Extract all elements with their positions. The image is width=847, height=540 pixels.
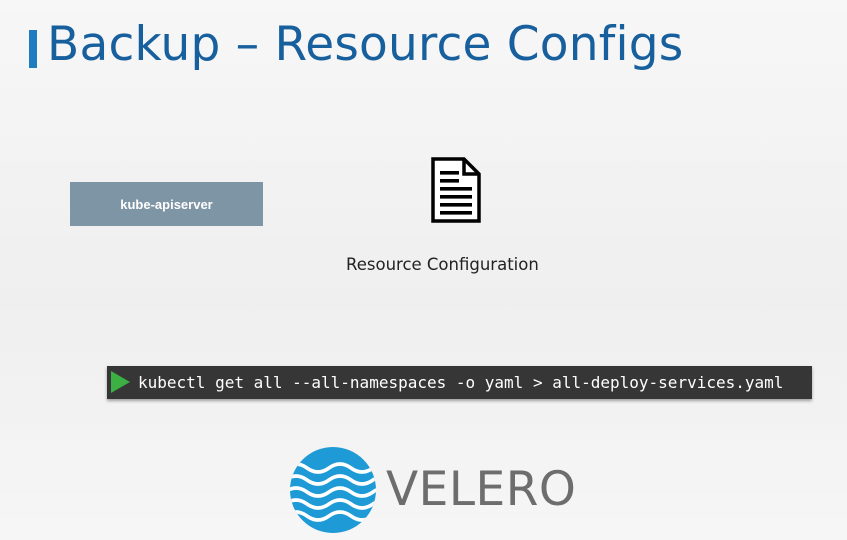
document-icon [431, 157, 481, 223]
kubectl-command: kubectl get all --all-namespaces -o yaml… [138, 373, 784, 392]
title-accent-bar [29, 30, 37, 68]
resource-configuration-label: Resource Configuration [346, 255, 539, 274]
terminal-command-bar: kubectl get all --all-namespaces -o yaml… [107, 366, 812, 399]
play-icon [111, 371, 130, 393]
velero-waves-icon [290, 447, 376, 533]
velero-wordmark: VELERO [386, 462, 577, 517]
slide-title: Backup – Resource Configs [47, 17, 684, 72]
kube-apiserver-box: kube-apiserver [70, 182, 263, 226]
kube-apiserver-label: kube-apiserver [120, 196, 213, 212]
